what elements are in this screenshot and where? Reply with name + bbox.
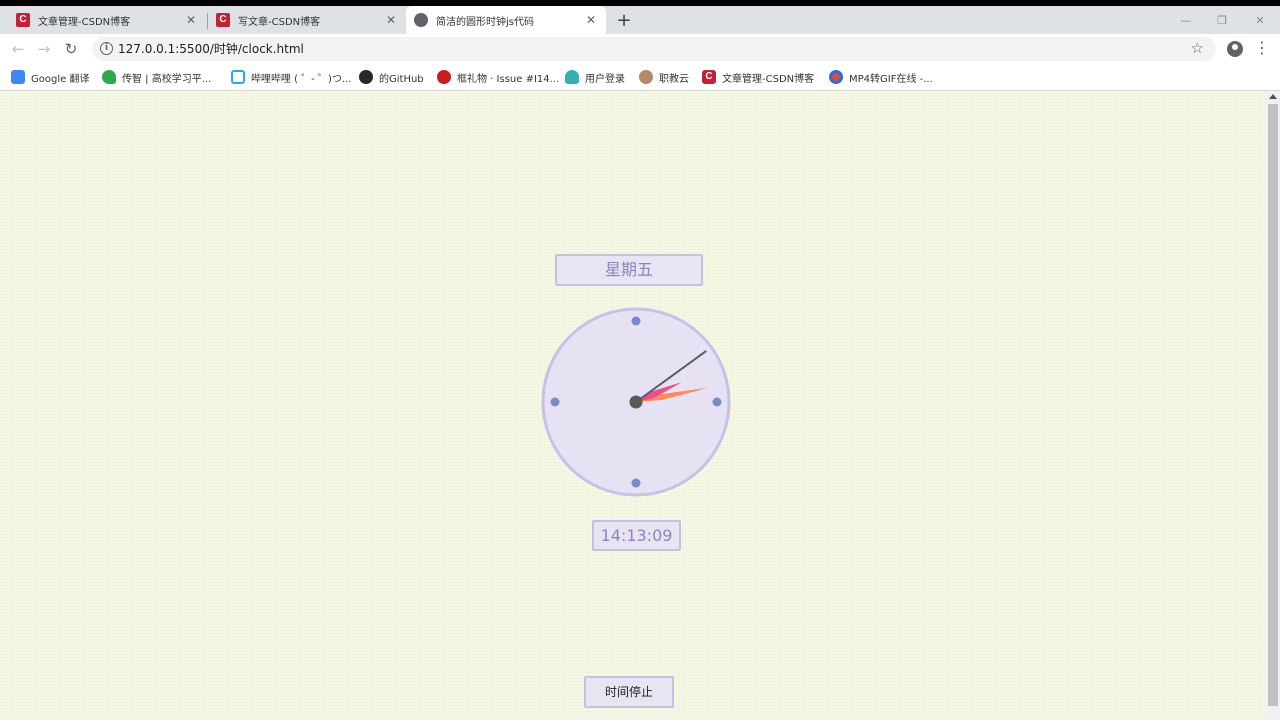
bookmark-label: 文章管理-CSDN博客 [722,73,815,85]
tab-title: 写文章-CSDN博客 [238,16,321,28]
mp4-gif-icon [829,70,843,84]
bookmark-label: 框礼物 · Issue #I14... [457,73,560,85]
restore-icon[interactable]: ❐ [1212,12,1232,30]
info-icon[interactable]: i [100,42,113,55]
hour-marker-6 [631,478,641,488]
csdn-icon: C [702,70,716,84]
bookmark-label: MP4转GIF在线 -... [849,73,933,85]
hour-marker-3 [712,397,722,407]
bookmark-label: 职教云 [659,73,689,85]
bilibili-icon [231,70,245,84]
tab-article-manage[interactable]: C 文章管理-CSDN博客 ✕ [8,6,206,34]
zhijiaoyun-icon [639,70,653,84]
close-icon[interactable]: ✕ [184,13,198,27]
address-bar[interactable]: i 127.0.0.1:5500/时钟/clock.html ☆ [92,37,1216,61]
csdn-icon: C [216,13,230,27]
cloud-icon [565,70,579,84]
tab-title: 简洁的圆形时钟js代码 [436,16,534,28]
browser-toolbar: ← → ↻ i 127.0.0.1:5500/时钟/clock.html ☆ ⋮ [0,34,1280,64]
clock-center [629,395,643,409]
bookmark-user-login[interactable]: 用户登录 [565,68,625,86]
scrollbar-thumb[interactable] [1268,104,1278,706]
scroll-up-arrow-icon[interactable] [1269,94,1277,99]
tab-clock[interactable]: 简洁的圆形时钟js代码 ✕ [406,6,606,34]
bookmark-label: Google 翻译 [31,73,90,85]
bookmark-bilibili[interactable]: 哔哩哔哩 ( ゜- ゜)つ... [231,68,351,86]
bookmark-mp4-to-gif[interactable]: MP4转GIF在线 -... [829,68,933,86]
page-viewport: 星期五 14:13:09 时间停止 [0,92,1266,720]
github-icon [359,70,373,84]
profile-icon[interactable] [1227,41,1243,57]
bookmark-google-translate[interactable]: Google 翻译 [11,68,89,86]
analog-clock [541,307,731,497]
globe-icon [414,13,428,27]
new-tab-icon[interactable]: + [614,12,634,32]
bookmark-label: 哔哩哔哩 ( ゜- ゜)つ... [251,73,352,85]
bookmark-github[interactable]: 的GitHub [359,68,424,86]
menu-icon[interactable]: ⋮ [1254,39,1270,59]
close-icon[interactable]: ✕ [584,13,598,27]
bookmark-zhijiaoyun[interactable]: 职教云 [639,68,689,86]
window-close-icon[interactable]: ✕ [1250,12,1270,30]
bookmark-csdn-manage[interactable]: C 文章管理-CSDN博客 [702,68,814,86]
bookmark-label: 的GitHub [379,73,424,85]
gitee-icon [437,70,451,84]
bookmarks-bar: Google 翻译 传智 | 高校学习平... 哔哩哔哩 ( ゜- ゜)つ...… [0,64,1280,91]
hour-marker-9 [550,397,560,407]
forward-icon[interactable]: → [34,39,54,59]
tab-strip: C 文章管理-CSDN博客 ✕ C 写文章-CSDN博客 ✕ 简洁的圆形时钟js… [0,6,1280,34]
google-translate-icon [11,70,25,84]
minimize-icon[interactable]: — [1176,12,1196,30]
url-text: 127.0.0.1:5500/时钟/clock.html [118,42,304,56]
tab-title: 文章管理-CSDN博客 [38,16,131,28]
bookmark-gitee-issue[interactable]: 框礼物 · Issue #I14... [437,68,559,86]
stop-time-button[interactable]: 时间停止 [584,676,674,708]
close-icon[interactable]: ✕ [384,13,398,27]
bookmark-label: 用户登录 [585,73,625,85]
back-icon[interactable]: ← [8,39,28,59]
tab-write-article[interactable]: C 写文章-CSDN博客 ✕ [208,6,406,34]
bookmark-star-icon[interactable]: ☆ [1191,39,1204,57]
digital-time-display: 14:13:09 [592,520,681,551]
bookmark-chuanzhi[interactable]: 传智 | 高校学习平... [102,68,211,86]
csdn-icon: C [16,13,30,27]
reload-icon[interactable]: ↻ [61,39,81,59]
weekday-display: 星期五 [555,254,703,286]
bookmark-label: 传智 | 高校学习平... [122,73,212,85]
leaf-icon [102,70,116,84]
hour-marker-12 [631,316,641,326]
vertical-scrollbar[interactable] [1266,92,1280,720]
